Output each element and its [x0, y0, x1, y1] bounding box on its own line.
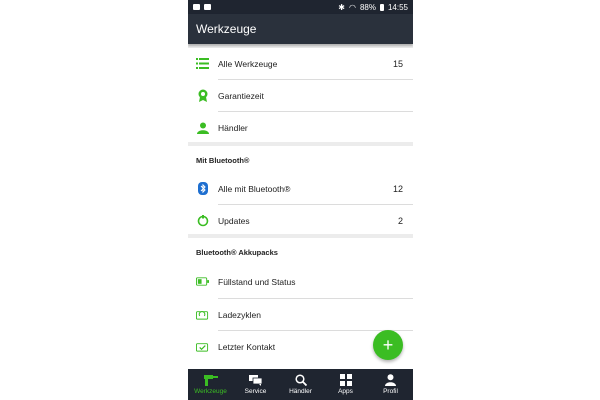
wifi-icon: ◠: [348, 2, 356, 12]
tab-profil[interactable]: Profil: [368, 369, 413, 400]
clock: 14:55: [387, 2, 408, 12]
count-badge: 2: [397, 215, 403, 226]
list-item-label: Alle mit Bluetooth®: [218, 183, 291, 194]
count-badge: 15: [392, 58, 403, 69]
chat-icon: [249, 374, 262, 386]
bluetooth-status-icon: ✱: [338, 2, 345, 12]
section-title-battery-packs: Bluetooth® Akkupacks: [196, 248, 278, 257]
tab-apps[interactable]: Apps: [323, 369, 368, 400]
search-icon: [294, 374, 307, 386]
list-item-charge-cycles[interactable]: Ladezyklen: [188, 299, 413, 330]
tab-label: Profil: [383, 388, 398, 395]
status-bar: ✱ ◠ 88% 14:55: [188, 0, 413, 14]
profile-icon: [385, 374, 396, 386]
list-item-all-bluetooth[interactable]: Alle mit Bluetooth® 12: [188, 173, 413, 204]
app-bar: Werkzeuge: [188, 14, 413, 44]
list-item-label: Ladezyklen: [218, 309, 262, 320]
tab-label: Service: [244, 388, 267, 395]
tab-label: Werkzeuge: [194, 388, 227, 395]
bluetooth-icon: [196, 182, 209, 195]
tab-werkzeuge[interactable]: Werkzeuge: [188, 369, 233, 400]
dealer-person-icon: [196, 121, 209, 134]
add-button[interactable]: +: [373, 330, 403, 360]
tools-card: Alle Werkzeuge 15 Garantiezeit Händler: [188, 48, 413, 142]
page-title: Werkzeuge: [196, 22, 257, 36]
list-item-warranty[interactable]: Garantiezeit: [188, 80, 413, 111]
charge-cycle-icon: [196, 308, 209, 321]
chat-notification-icon: [204, 4, 211, 10]
list-item-label: Garantiezeit: [218, 90, 264, 101]
list-item-dealer[interactable]: Händler: [188, 112, 413, 143]
update-icon: [196, 214, 209, 227]
apps-grid-icon: [339, 374, 352, 386]
last-contact-icon: [196, 340, 209, 353]
tab-label: Händler: [289, 388, 312, 395]
list-item-label: Updates: [218, 215, 250, 226]
drill-icon: [203, 374, 218, 386]
section-title-bluetooth: Mit Bluetooth®: [196, 156, 250, 165]
bottom-navigation: Werkzeuge Service Händler Apps Profil: [188, 369, 413, 400]
list-item-label: Füllstand und Status: [218, 276, 296, 287]
list-item-label: Alle Werkzeuge: [218, 58, 278, 69]
list-icon: [196, 57, 209, 70]
tab-haendler[interactable]: Händler: [278, 369, 323, 400]
tab-label: Apps: [338, 388, 353, 395]
battery-level: 88%: [359, 2, 376, 12]
count-badge: 12: [392, 183, 403, 194]
battery-icon: [196, 275, 209, 288]
phone-screen: ✱ ◠ 88% 14:55 Werkzeuge Alle Werkzeuge 1…: [188, 0, 413, 400]
list-item-charge-status[interactable]: Füllstand und Status: [188, 266, 413, 297]
bluetooth-card: Mit Bluetooth® Alle mit Bluetooth® 12 Up…: [188, 146, 413, 234]
gallery-notification-icon: [193, 4, 200, 10]
list-item-all-tools[interactable]: Alle Werkzeuge 15: [188, 48, 413, 79]
battery-status-icon: [379, 3, 384, 11]
warranty-badge-icon: [196, 89, 209, 102]
content-area: Alle Werkzeuge 15 Garantiezeit Händler M…: [188, 44, 413, 369]
tab-service[interactable]: Service: [233, 369, 278, 400]
list-item-label: Händler: [218, 122, 248, 133]
list-item-updates[interactable]: Updates 2: [188, 205, 413, 236]
